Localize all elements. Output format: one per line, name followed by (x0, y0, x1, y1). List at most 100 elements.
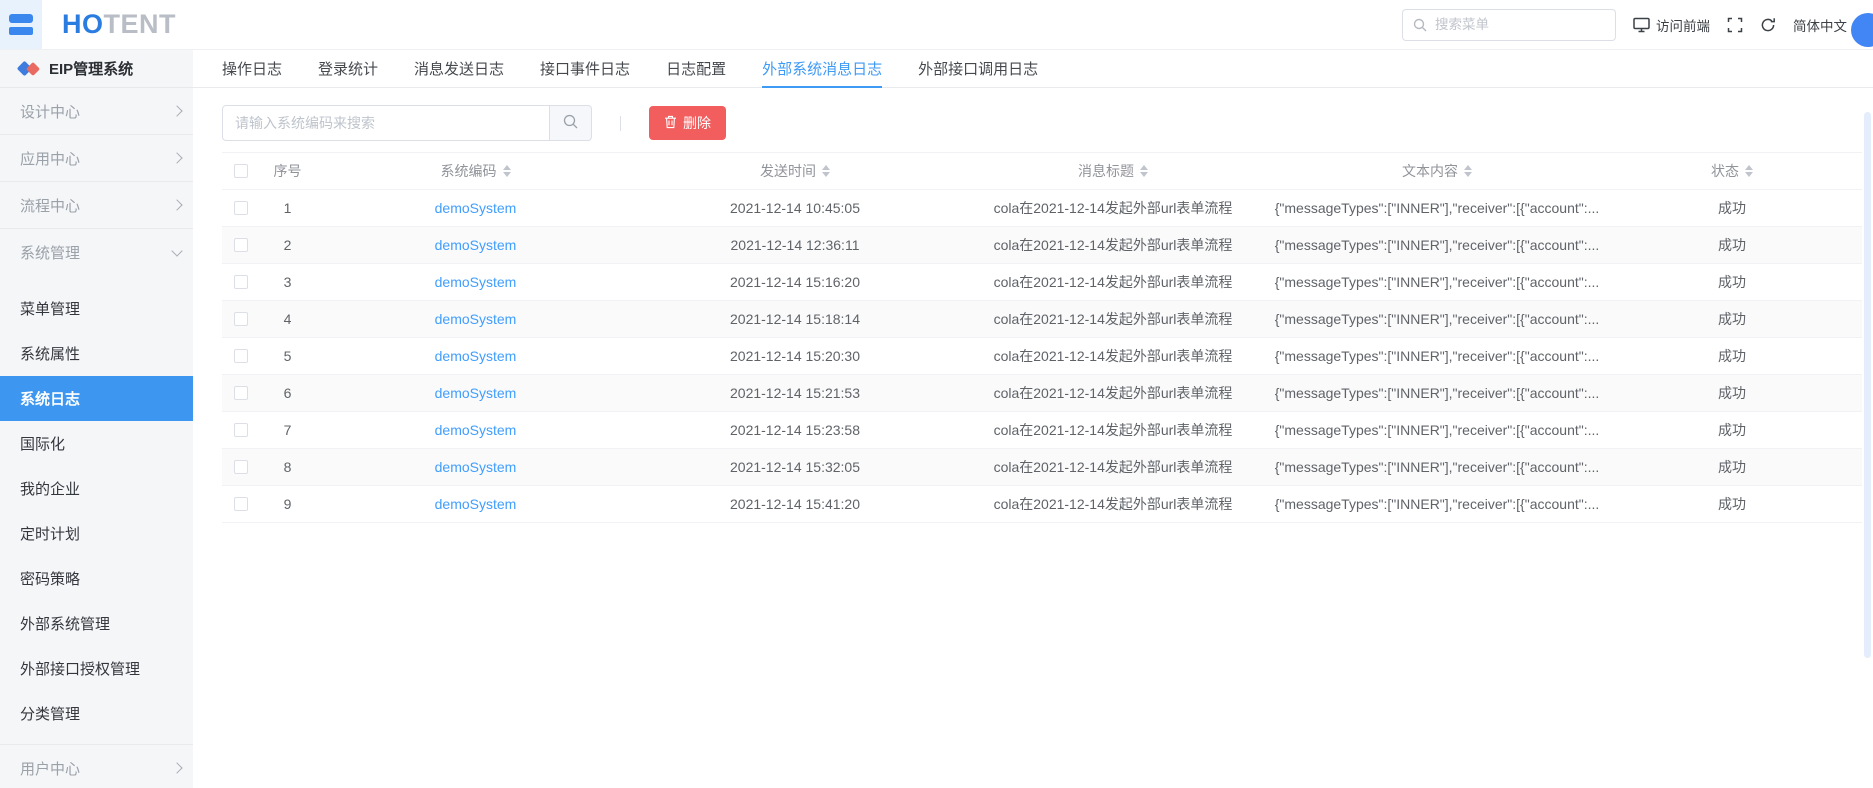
row-checkbox[interactable] (234, 460, 248, 474)
vertical-scrollbar[interactable] (1864, 112, 1871, 658)
column-header-send_time[interactable]: 发送时间 (636, 153, 954, 189)
cell-status: 成功 (1602, 264, 1862, 300)
log-table: 序号系统编码发送时间消息标题文本内容状态1demoSystem2021-12-1… (222, 152, 1862, 523)
row-checkbox[interactable] (234, 349, 248, 363)
cell-title: cola在2021-12-14发起外部url表单流程 (954, 375, 1272, 411)
sidebar-section-item[interactable]: 应用中心 (0, 135, 193, 182)
row-checkbox[interactable] (234, 423, 248, 437)
refresh-icon[interactable] (1760, 17, 1776, 33)
top-header: HOTENT 访问前端 简体中文 (0, 0, 1873, 50)
user-avatar[interactable] (1851, 13, 1873, 47)
sidebar-section-item[interactable]: 系统管理 (0, 229, 193, 276)
column-header-status[interactable]: 状态 (1602, 153, 1862, 189)
system-code-link[interactable]: demoSystem (435, 274, 517, 290)
system-code-link[interactable]: demoSystem (435, 348, 517, 364)
sort-icon[interactable] (503, 165, 511, 177)
row-checkbox[interactable] (234, 238, 248, 252)
sidebar-submenu: 菜单管理系统属性系统日志国际化我的企业定时计划密码策略外部系统管理外部接口授权管… (0, 276, 193, 736)
search-button[interactable] (550, 105, 592, 141)
cell-send_time: 2021-12-14 10:45:05 (636, 190, 954, 226)
sidebar-item[interactable]: 外部系统管理 (0, 601, 193, 646)
sidebar-item[interactable]: 外部接口授权管理 (0, 646, 193, 691)
sidebar-section-item[interactable]: 设计中心 (0, 88, 193, 135)
row-checkbox[interactable] (234, 201, 248, 215)
sort-asc-icon (822, 165, 830, 170)
system-code-link[interactable]: demoSystem (435, 459, 517, 475)
system-code-link[interactable]: demoSystem (435, 422, 517, 438)
column-header-content[interactable]: 文本内容 (1272, 153, 1602, 189)
fullscreen-icon[interactable] (1727, 17, 1743, 33)
cell-send_time: 2021-12-14 15:16:20 (636, 264, 954, 300)
sidebar-item[interactable]: 密码策略 (0, 556, 193, 601)
row-checkbox[interactable] (234, 275, 248, 289)
sidebar-section-item[interactable]: 流程中心 (0, 182, 193, 229)
system-code-link[interactable]: demoSystem (435, 311, 517, 327)
tab[interactable]: 操作日志 (222, 50, 282, 87)
table-toolbar: 删除 (222, 105, 1873, 141)
sidebar-item[interactable]: 系统属性 (0, 331, 193, 376)
cell-text: 9 (284, 496, 292, 512)
cell-text: 5 (284, 348, 292, 364)
sidebar-section-item[interactable]: 用户中心 (0, 744, 193, 788)
select-all-checkbox[interactable] (234, 164, 248, 178)
row-checkbox[interactable] (234, 386, 248, 400)
tab[interactable]: 接口事件日志 (540, 50, 630, 87)
tab[interactable]: 消息发送日志 (414, 50, 504, 87)
column-header-title[interactable]: 消息标题 (954, 153, 1272, 189)
menu-search-box[interactable] (1402, 9, 1616, 41)
tab[interactable]: 外部接口调用日志 (918, 50, 1038, 87)
language-switcher[interactable]: 简体中文 (1793, 15, 1847, 35)
column-header-system_code[interactable]: 系统编码 (315, 153, 636, 189)
sidebar-item[interactable]: 我的企业 (0, 466, 193, 511)
system-code-search-group (222, 105, 592, 141)
cell-system_code: demoSystem (315, 301, 636, 337)
cell-no: 4 (260, 301, 315, 337)
cell-status: 成功 (1602, 449, 1862, 485)
sidebar-item[interactable]: 分类管理 (0, 691, 193, 736)
tab[interactable]: 日志配置 (666, 50, 726, 87)
cell-no: 5 (260, 338, 315, 374)
row-checkbox[interactable] (234, 312, 248, 326)
sidebar-item[interactable]: 定时计划 (0, 511, 193, 556)
cell-text: 2021-12-14 15:20:30 (730, 348, 860, 364)
chevron-down-icon (171, 245, 182, 256)
sidebar-toggle-button[interactable] (0, 0, 42, 49)
system-code-link[interactable]: demoSystem (435, 237, 517, 253)
sort-asc-icon (1745, 165, 1753, 170)
menu-search-input[interactable] (1435, 17, 1605, 32)
cell-send_time: 2021-12-14 15:23:58 (636, 412, 954, 448)
sidebar-item-active[interactable]: 系统日志 (0, 376, 193, 421)
row-checkbox[interactable] (234, 497, 248, 511)
cell-text: 2021-12-14 15:41:20 (730, 496, 860, 512)
logo-secondary-text: TENT (104, 9, 177, 39)
visit-frontend-button[interactable]: 访问前端 (1633, 15, 1710, 35)
cell-status: 成功 (1602, 375, 1862, 411)
system-code-link[interactable]: demoSystem (435, 496, 517, 512)
sidebar-section-label: 应用中心 (20, 148, 80, 169)
column-header-label: 序号 (274, 161, 302, 181)
cell-text: cola在2021-12-14发起外部url表单流程 (994, 309, 1233, 329)
cell-text: 成功 (1718, 383, 1746, 403)
sort-icon[interactable] (1464, 165, 1472, 177)
cell-status: 成功 (1602, 227, 1862, 263)
cell-content: {"messageTypes":["INNER"],"receiver":[{"… (1272, 264, 1602, 300)
sidebar-item[interactable]: 国际化 (0, 421, 193, 466)
cell-content: {"messageTypes":["INNER"],"receiver":[{"… (1272, 301, 1602, 337)
sort-icon[interactable] (1140, 165, 1148, 177)
sort-icon[interactable] (822, 165, 830, 177)
system-code-search-input[interactable] (222, 105, 550, 141)
tab-active[interactable]: 外部系统消息日志 (762, 50, 882, 87)
tab[interactable]: 登录统计 (318, 50, 378, 87)
sort-icon[interactable] (1745, 165, 1753, 177)
cell-text: 2021-12-14 10:45:05 (730, 200, 860, 216)
sidebar-item[interactable]: 菜单管理 (0, 286, 193, 331)
cell-text: 2021-12-14 15:21:53 (730, 385, 860, 401)
monitor-icon (1633, 17, 1650, 33)
delete-button[interactable]: 删除 (649, 106, 726, 140)
table-row: 7demoSystem2021-12-14 15:23:58cola在2021-… (222, 412, 1862, 449)
system-code-link[interactable]: demoSystem (435, 200, 517, 216)
table-row: 4demoSystem2021-12-14 15:18:14cola在2021-… (222, 301, 1862, 338)
cell-no: 7 (260, 412, 315, 448)
system-code-link[interactable]: demoSystem (435, 385, 517, 401)
cell-text: 2021-12-14 12:36:11 (731, 237, 860, 253)
